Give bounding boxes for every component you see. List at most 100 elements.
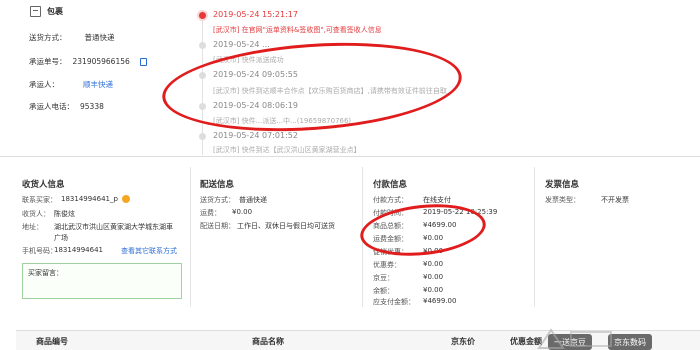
carrier-phone: 95338 (80, 102, 104, 111)
timeline-dot (199, 103, 206, 110)
total-row: 应支付金额： ¥4699.00 (373, 297, 456, 307)
freight-value: ¥0.00 (423, 234, 444, 242)
delivery-method-value: 普通快递 (239, 196, 267, 204)
address-row-2: 广场 (54, 233, 68, 243)
package-panel: 包裹 送货方式： 普通快递 承运单号： 231905966156 承运人： 顺丰… (0, 0, 700, 157)
invoice-title: 发票信息 (545, 180, 580, 190)
timeline-dot (199, 133, 206, 140)
delivery-fee-value: ¥0.00 (232, 208, 253, 216)
promo-label: 促销优惠： (373, 248, 408, 256)
total-label: 应支付金额： (373, 298, 415, 306)
delivery-date-value: 工作日、双休日与假日均可送货 (237, 222, 335, 230)
jd-bean-value: ¥0.00 (423, 273, 444, 281)
delivery-method-row: 送货方式： 普通快递 (200, 195, 267, 205)
view-other-contacts-link[interactable]: 查看其它联系方式 (121, 246, 177, 256)
carrier-row: 承运人： 顺丰快递 (29, 79, 113, 90)
order-info-section: 收货人信息 联系买家： 18314994641_p 收货人： 陈俊炫 地址： 湖… (14, 167, 700, 307)
payment-method-row: 付款方式： 在线支付 (373, 195, 451, 205)
address-row: 地址： 湖北武汉市洪山区黄家湖大学城东湖車 (22, 222, 173, 232)
address-label: 地址： (22, 223, 43, 231)
tracking-row: 承运单号： 231905966156 (29, 56, 147, 67)
goods-total-value: ¥4699.00 (423, 221, 457, 229)
package-header: 包裹 (30, 6, 63, 17)
jd-bean-row: 京豆： ¥0.00 (373, 273, 443, 283)
coupon-row: 优惠券： ¥0.00 (373, 260, 443, 270)
ship-method-row: 送货方式： 普通快递 (29, 32, 115, 43)
invoice-type-value: 不开发票 (601, 196, 629, 204)
col-product-id: 商品编号 (36, 337, 68, 346)
goods-total-label: 商品总额： (373, 222, 408, 230)
chat-icon[interactable] (121, 195, 130, 203)
receiver-title: 收货人信息 (22, 180, 65, 190)
delivery-method-label: 送货方式： (200, 196, 235, 204)
contact-label: 联系买家： (22, 196, 57, 204)
timeline-text: [武汉市] 在官网"运单资料&签收图",可查看签收人信息 (213, 26, 382, 34)
payment-title: 付款信息 (373, 180, 408, 190)
delivery-date-label: 配送日期： (200, 222, 235, 230)
timeline-text: [武汉市] 快件到达顺丰合作点【欢乐购百货商店】,请携带有效证件前往自取 (213, 87, 447, 95)
freight-row: 运费金额： ¥0.00 (373, 234, 443, 244)
delivery-column: 配送信息 送货方式： 普通快递 运费： ¥0.00 配送日期： 工作日、双休日与… (191, 167, 361, 307)
carrier-label: 承运人： (29, 80, 59, 89)
phone-value: 18314994641 (54, 246, 103, 254)
promo-value: ¥0.00 (423, 247, 444, 255)
payment-time-value: 2019-05-22 10:25:39 (423, 208, 498, 216)
payment-time-row: 付款时间： 2019-05-22 10:25:39 (373, 208, 497, 218)
ship-method-value: 普通快递 (84, 33, 115, 42)
contact-value: 18314994641_p (61, 195, 118, 203)
delivery-date-row: 配送日期： 工作日、双休日与假日均可送货 (200, 221, 335, 231)
tracking-number: 231905966156 (72, 57, 130, 66)
logistics-timeline: 2019-05-24 15:21:17 [武汉市] 在官网"运单资料&签收图",… (194, 0, 474, 157)
buyer-message-box: 买家留言： (22, 263, 182, 299)
goods-total-row: 商品总额： ¥4699.00 (373, 221, 456, 231)
timeline-text: [武汉市] 快件派送成功 (213, 56, 284, 64)
jd-bean-label: 京豆： (373, 274, 394, 282)
carrier-phone-label: 承运人电话： (29, 102, 74, 111)
balance-label: 余额： (373, 287, 394, 295)
timeline-time: 2019-05-24 08:06:19 (213, 101, 298, 110)
payment-method-value: 在线支付 (423, 196, 451, 204)
address-value: 湖北武汉市洪山区黄家湖大学城东湖車 (54, 223, 173, 231)
timeline-text: [武汉市] 快件到达【武汉洪山区黄家湖营业点】 (213, 146, 361, 154)
coupon-label: 优惠券： (373, 261, 401, 269)
timeline-dot (199, 72, 206, 79)
copy-icon[interactable] (139, 57, 147, 66)
timeline-time: 2019-05-24 07:01:52 (213, 131, 298, 140)
timeline-text: [武汉市] 快件...派送...中...(19659870766) (213, 117, 352, 125)
carrier-link[interactable]: 顺丰快递 (83, 79, 113, 90)
invoice-column: 发票信息 发票类型： 不开发票 (535, 167, 700, 307)
phone-row: 手机号码： 18314994641 查看其它联系方式 (22, 246, 177, 256)
total-value: ¥4699.00 (423, 297, 457, 305)
name-row: 收货人： 陈俊炫 (22, 209, 75, 219)
timeline-time: 2019-05-24 ... (213, 40, 270, 49)
invoice-type-row: 发票类型： 不开发票 (545, 195, 629, 205)
coupon-value: ¥0.00 (423, 260, 444, 268)
delivery-fee-row: 运费： ¥0.00 (200, 208, 252, 218)
ship-method-label: 送货方式： (29, 33, 67, 42)
payment-column: 付款信息 付款方式： 在线支付 付款时间： 2019-05-22 10:25:3… (363, 167, 533, 307)
timeline-time: 2019-05-24 15:21:17 (213, 10, 298, 19)
promo-row: 促销优惠： ¥0.00 (373, 247, 443, 257)
name-label: 收货人： (22, 210, 50, 218)
package-icon (30, 6, 41, 17)
delivery-fee-label: 运费： (200, 209, 221, 217)
name-value: 陈俊炫 (54, 210, 75, 218)
contact-row: 联系买家： 18314994641_p (22, 195, 130, 205)
balance-row: 余额： ¥0.00 (373, 286, 443, 296)
tracking-label: 承运单号： (29, 57, 67, 66)
col-product-name: 商品名称 (252, 337, 284, 346)
invoice-type-label: 发票类型： (545, 196, 580, 204)
col-price: 京东价 (451, 337, 475, 346)
package-title: 包裹 (47, 7, 63, 16)
timeline-dot (199, 12, 206, 19)
payment-time-label: 付款时间： (373, 209, 408, 217)
payment-method-label: 付款方式： (373, 196, 408, 204)
phone-label: 手机号码： (22, 247, 57, 255)
watermark-logo (537, 328, 612, 349)
address-value-2: 广场 (54, 234, 68, 242)
receiver-column: 收货人信息 联系买家： 18314994641_p 收货人： 陈俊炫 地址： 湖… (14, 167, 189, 307)
balance-value: ¥0.00 (423, 286, 444, 294)
timeline-dot (199, 42, 206, 49)
timeline-time: 2019-05-24 09:05:55 (213, 70, 298, 79)
carrier-phone-row: 承运人电话： 95338 (29, 101, 104, 112)
